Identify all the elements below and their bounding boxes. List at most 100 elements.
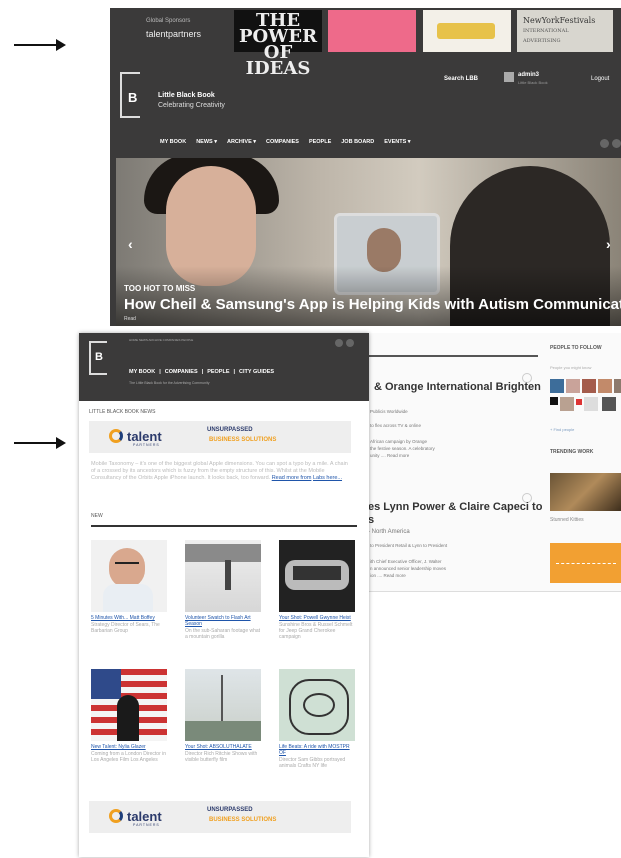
card-title[interactable]: Your Shot: Powell Gwynne Heist: [279, 615, 355, 621]
article-1-line: African campaign by Orange: [370, 439, 428, 444]
thumb-flag-canton: [91, 669, 121, 699]
main-nav: MY BOOK NEWS ▾ ARCHIVE ▾ COMPANIES PEOPL…: [160, 139, 411, 145]
nav-events[interactable]: EVENTS ▾: [384, 139, 410, 145]
lbb-logo[interactable]: B: [120, 72, 140, 118]
talent-partners-banner[interactable]: talent PARTNERS UNSURPASSED BUSINESS SOL…: [89, 421, 351, 453]
article-1-line: to flex across TV & online: [370, 423, 421, 428]
nav-companies[interactable]: COMPANIES: [266, 139, 299, 145]
news-card[interactable]: 5 Minutes With... Matt Boffey Strategy D…: [91, 540, 167, 634]
brand-title: Little Black Book: [158, 92, 215, 99]
newsletter-intro: Mobile Taxonomy – it's one of the bigges…: [91, 461, 353, 482]
card-thumbnail[interactable]: [91, 540, 167, 612]
ad-pink[interactable]: [328, 10, 416, 52]
article-2-line: ith Chief Executive Officer, J. Walter: [370, 559, 442, 564]
username[interactable]: admin3: [518, 72, 539, 78]
nav-archive[interactable]: ARCHIVE ▾: [227, 139, 256, 145]
labs-link[interactable]: Labs here...: [313, 475, 342, 481]
ad-power-of-ideas[interactable]: THE POWER OF IDEAS: [234, 10, 322, 78]
thumb-illustration-detail: [303, 693, 335, 717]
card-desc: Coming from a London Director in Los Ang…: [91, 751, 167, 763]
newsletter-header: B HOME NEWS ARCHIVE COMPANIES PEOPLE MY …: [79, 333, 369, 401]
card-thumbnail[interactable]: [279, 669, 355, 741]
talent-partners-banner-bottom[interactable]: talent PARTNERS UNSURPASSED BUSINESS SOL…: [89, 801, 351, 833]
thumb-pole: [221, 675, 223, 725]
avatar[interactable]: [560, 397, 574, 411]
banner-partners: PARTNERS: [133, 823, 160, 827]
card-title[interactable]: Volunteer Swatch to Flash Art Season: [185, 615, 261, 627]
article-1-line[interactable]: unity .... Read more: [370, 453, 409, 458]
chevron-left-icon[interactable]: ‹: [128, 236, 133, 252]
divider: [91, 525, 357, 527]
card-title[interactable]: Life Beats: A ride with MOSTPR OF: [279, 744, 355, 756]
article-2-title[interactable]: es Lynn Power & Claire Capeci to s: [368, 501, 542, 527]
avatar[interactable]: [504, 72, 514, 82]
article-page-screenshot: PEOPLE TO FOLLOW People you might know +…: [360, 333, 621, 592]
avatar[interactable]: [602, 397, 616, 411]
card-title[interactable]: Your Shot: ABSOLUTHALATE: [185, 744, 261, 750]
talent-logo-icon: [109, 809, 123, 823]
article-2-line: to President Retail & Lynn to President: [370, 543, 448, 548]
nav-my-book[interactable]: MY BOOK: [160, 139, 186, 145]
social-icon[interactable]: [346, 339, 354, 347]
avatar[interactable]: [584, 397, 598, 411]
news-card[interactable]: Your Shot: ABSOLUTHALATE Director Rich R…: [185, 669, 261, 763]
news-card[interactable]: Your Shot: Powell Gwynne Heist Sunshine …: [279, 540, 355, 640]
news-card[interactable]: New Talent: Nylia Glazer Coming from a L…: [91, 669, 167, 763]
logout-link[interactable]: Logout: [591, 76, 609, 82]
banner-name: talent: [127, 429, 162, 444]
hero-carousel[interactable]: ‹ › TOO HOT TO MISS How Cheil & Samsung'…: [116, 158, 621, 326]
card-thumbnail[interactable]: [91, 669, 167, 741]
card-title[interactable]: New Talent: Nylia Glazer: [91, 744, 167, 750]
nl-nav-city-guides[interactable]: CITY GUIDES: [239, 369, 274, 375]
chevron-right-icon[interactable]: ›: [606, 236, 611, 252]
trending-thumbnail[interactable]: [550, 473, 621, 511]
banner-solutions: BUSINESS SOLUTIONS: [209, 437, 277, 443]
avatar[interactable]: [566, 379, 580, 393]
newsletter-top-nav[interactable]: HOME NEWS ARCHIVE COMPANIES PEOPLE: [129, 338, 193, 342]
avatar[interactable]: [582, 379, 596, 393]
card-thumbnail[interactable]: [279, 540, 355, 612]
hero-title[interactable]: How Cheil & Samsung's App is Helping Kid…: [124, 296, 621, 313]
trending-caption[interactable]: Stunned Kitties: [550, 517, 584, 523]
newsletter-tagline: The Little Black Book for the Advertisin…: [129, 381, 210, 385]
nav-people[interactable]: PEOPLE: [309, 139, 331, 145]
sponsor-name[interactable]: talentpartners: [146, 29, 201, 39]
nav-news[interactable]: NEWS ▾: [196, 139, 217, 145]
avatar[interactable]: [550, 379, 564, 393]
nl-nav-companies[interactable]: COMPANIES: [165, 369, 198, 375]
thumb-crowd: [185, 544, 261, 562]
banner-unsurpassed: UNSURPASSED: [207, 807, 253, 813]
trending-orange-thumbnail[interactable]: [550, 543, 621, 583]
card-title[interactable]: 5 Minutes With... Matt Boffey: [91, 615, 167, 621]
read-more-link[interactable]: Read more from: [272, 475, 312, 481]
news-card[interactable]: Life Beats: A ride with MOSTPR OF Direct…: [279, 669, 355, 769]
avatar[interactable]: [576, 399, 582, 405]
article-2-title-line1: es Lynn Power & Claire Capeci to: [368, 501, 543, 513]
people-sub: People you might know: [550, 365, 592, 370]
ad-new-york-festivals[interactable]: NewYorkFestivals INTERNATIONAL ADVERTISIN…: [517, 10, 613, 52]
social-icon[interactable]: [335, 339, 343, 347]
nav-job-board[interactable]: JOB BOARD: [341, 139, 374, 145]
avatar[interactable]: [614, 379, 621, 393]
annotation-arrow-top: [14, 39, 66, 51]
ad-gold-bar[interactable]: [423, 10, 511, 52]
thumb-shirt: [103, 584, 153, 612]
hero-read-link[interactable]: Read: [124, 316, 136, 322]
search-link[interactable]: Search LBB: [444, 76, 478, 82]
card-thumbnail[interactable]: [185, 540, 261, 612]
social-icon[interactable]: [612, 139, 621, 148]
card-desc: Director Sam Gibbs portrayed animals Cra…: [279, 757, 346, 769]
avatar[interactable]: [550, 397, 558, 405]
card-desc: Sunshine Bros & Russel Schmelt for Jeep …: [279, 622, 353, 640]
avatar[interactable]: [598, 379, 612, 393]
article-2-line[interactable]: ion .... Read more: [370, 573, 406, 578]
find-people-link[interactable]: + Find people: [550, 427, 574, 432]
card-thumbnail[interactable]: [185, 669, 261, 741]
nl-nav-people[interactable]: PEOPLE: [207, 369, 229, 375]
social-icon[interactable]: [600, 139, 609, 148]
article-1-title[interactable]: & Orange International Brighten: [374, 381, 541, 393]
lbb-logo[interactable]: B: [89, 341, 107, 375]
news-card[interactable]: Volunteer Swatch to Flash Art Season On …: [185, 540, 261, 640]
nl-nav-my-book[interactable]: MY BOOK: [129, 369, 155, 375]
brand-subtitle: Celebrating Creativity: [158, 102, 225, 109]
